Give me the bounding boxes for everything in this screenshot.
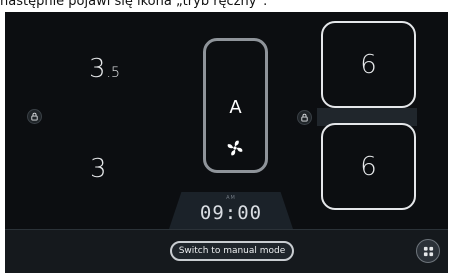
switch-to-manual-mode-button[interactable]: Switch to manual mode xyxy=(170,241,294,261)
center-zone-box[interactable]: A xyxy=(203,38,268,173)
zone-right-bottom[interactable]: 6 xyxy=(321,123,416,210)
fan-icon xyxy=(227,140,243,156)
grid-menu-icon[interactable] xyxy=(416,239,440,263)
caption-text: następnie pojawi się ikona „tryb ręczny”… xyxy=(0,0,268,9)
zone-left-top-subscript: .5 xyxy=(106,65,120,81)
zone-right-top[interactable]: 6 xyxy=(321,21,416,108)
cooktop-screen: 3.5 3 A 6 6 AM 09:00 Switch to manual mo… xyxy=(5,12,448,273)
timer-time: 09:00 xyxy=(199,202,263,224)
timer-period: AM xyxy=(226,195,236,201)
center-mode-letter: A xyxy=(229,97,242,118)
zone-left-bottom[interactable]: 3 xyxy=(90,154,107,184)
zone-left-top-value: 3 xyxy=(89,54,106,84)
bottom-bar: Switch to manual mode xyxy=(5,229,448,273)
zone-left-top[interactable]: 3.5 xyxy=(89,54,120,84)
lock-icon[interactable] xyxy=(27,109,42,124)
timer-display[interactable]: AM 09:00 xyxy=(169,192,293,229)
lock-icon[interactable] xyxy=(297,110,312,125)
